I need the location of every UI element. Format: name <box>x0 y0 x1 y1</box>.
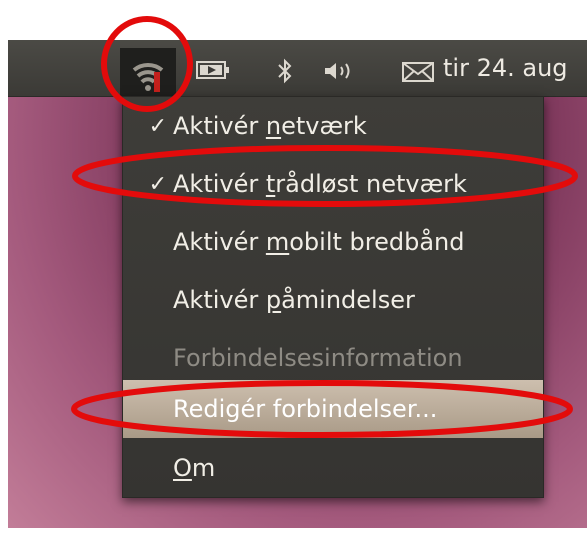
menu-item-enable-wireless[interactable]: ✓ Aktivér trådløst netværk <box>123 155 543 213</box>
menu-item-label: Om <box>173 454 216 482</box>
bluetooth-icon[interactable] <box>275 58 295 84</box>
network-menu: ✓ Aktivér netværk ✓ Aktivér trådløst net… <box>122 96 544 498</box>
menu-item-label: Redigér forbindelser... <box>173 395 438 423</box>
menu-item-label: Aktivér netværk <box>173 112 367 140</box>
mail-icon[interactable] <box>402 62 434 82</box>
volume-icon[interactable] <box>323 60 363 82</box>
clock-label[interactable]: tir 24. aug <box>443 48 568 88</box>
menu-item-label: Forbindelsesinformation <box>173 344 463 372</box>
menu-item-connection-information: Forbindelsesinformation <box>123 329 543 387</box>
menu-item-label: Aktivér mobilt bredbånd <box>173 228 465 256</box>
menu-item-about[interactable]: Om <box>123 439 543 497</box>
wifi-icon <box>132 62 164 92</box>
menu-item-edit-connections[interactable]: Redigér forbindelser... <box>123 380 543 438</box>
wifi-indicator[interactable] <box>120 48 176 96</box>
check-icon: ✓ <box>148 171 167 197</box>
menu-item-label: Aktivér påmindelser <box>173 286 415 314</box>
check-icon: ✓ <box>148 113 167 139</box>
menu-item-enable-notifications[interactable]: Aktivér påmindelser <box>123 271 543 329</box>
battery-icon[interactable] <box>196 61 230 79</box>
menu-item-enable-networking[interactable]: ✓ Aktivér netværk <box>123 97 543 155</box>
menu-item-label: Aktivér trådløst netværk <box>173 170 467 198</box>
menu-item-enable-mobile-broadband[interactable]: Aktivér mobilt bredbånd <box>123 213 543 271</box>
